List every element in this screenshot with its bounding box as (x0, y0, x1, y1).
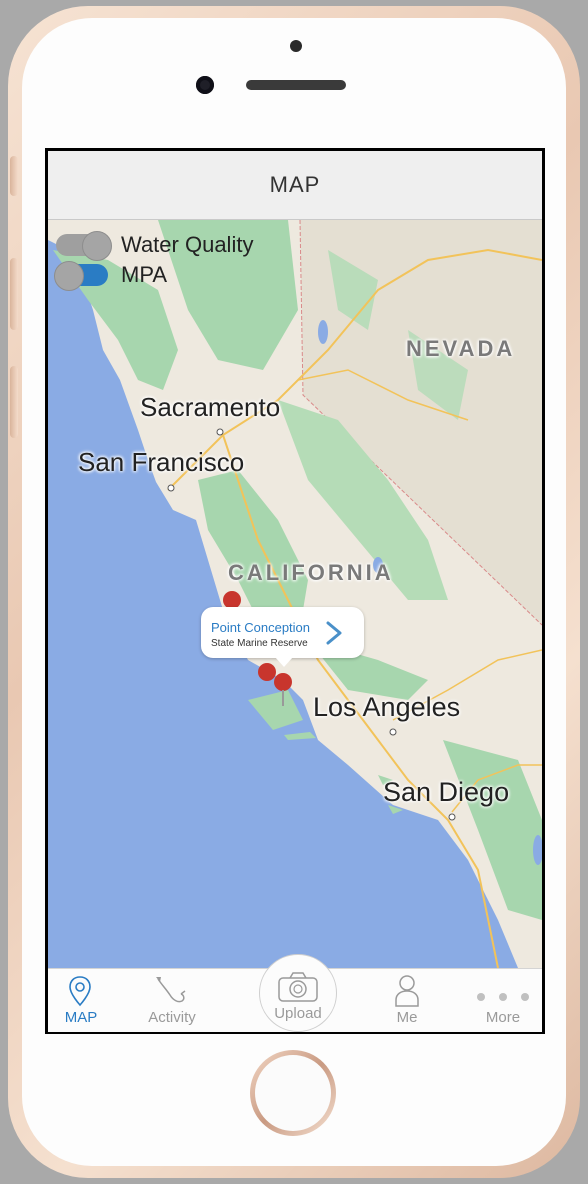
lake (318, 320, 328, 344)
map-label-sacramento: Sacramento (140, 392, 281, 422)
fishing-hook-icon (156, 977, 186, 1003)
map-canvas (48, 220, 542, 968)
page-title: MAP (269, 172, 321, 197)
toggle-knob (82, 231, 112, 261)
mpa-callout[interactable]: Point Conception State Marine Reserve (201, 607, 364, 667)
upload-label: Upload (274, 1005, 322, 1022)
map-label-san-diego: San Diego (383, 777, 510, 807)
map-label-san-francisco: San Francisco (78, 447, 245, 477)
tab-more-label: More (485, 1009, 521, 1026)
tab-activity[interactable]: Activity (136, 969, 208, 1032)
tab-more[interactable]: More (468, 969, 538, 1032)
mpa-marker (258, 663, 276, 681)
more-dots-icon (477, 993, 529, 1001)
city-dot-sacramento (216, 428, 224, 436)
mpa-marker (274, 673, 292, 691)
city-dot-los-angeles (389, 728, 397, 736)
water-quality-toggle[interactable] (56, 231, 112, 261)
callout-subtitle: State Marine Reserve (211, 638, 308, 649)
user-icon (395, 975, 419, 1007)
map-view[interactable]: NEVADA CALIFORNIA Sacramento San Francis… (48, 220, 542, 968)
home-button-face (255, 1055, 331, 1131)
camera-icon (278, 972, 318, 1002)
home-button[interactable] (250, 1050, 336, 1136)
map-label-los-angeles: Los Angeles (313, 692, 461, 722)
navigation-bar: MAP (48, 151, 542, 220)
upload-button[interactable]: Upload (259, 954, 337, 1032)
tab-map[interactable]: MAP (48, 969, 114, 1032)
park-area (248, 690, 303, 730)
tab-map-label: MAP (64, 1009, 98, 1026)
city-dot-san-francisco (167, 484, 175, 492)
map-pin-icon (69, 976, 91, 1007)
volume-down-button (10, 366, 18, 438)
tab-me[interactable]: Me (372, 969, 442, 1032)
earpiece-speaker (246, 80, 346, 90)
chevron-right-icon[interactable] (323, 620, 345, 646)
mpa-label: MPA (121, 262, 168, 287)
volume-up-button (10, 258, 18, 330)
tab-activity-label: Activity (148, 1009, 196, 1026)
proximity-sensor (290, 40, 302, 52)
island (284, 732, 316, 740)
city-dot-san-diego (448, 813, 456, 821)
callout-title: Point Conception (211, 620, 311, 635)
front-camera (196, 76, 214, 94)
mute-switch (10, 156, 18, 196)
water-quality-label: Water Quality (121, 232, 254, 257)
map-label-nevada: NEVADA (406, 336, 516, 361)
tab-me-label: Me (396, 1009, 418, 1026)
toggle-knob (54, 261, 84, 291)
map-label-california: CALIFORNIA (228, 560, 394, 585)
mpa-toggle[interactable] (54, 261, 108, 291)
